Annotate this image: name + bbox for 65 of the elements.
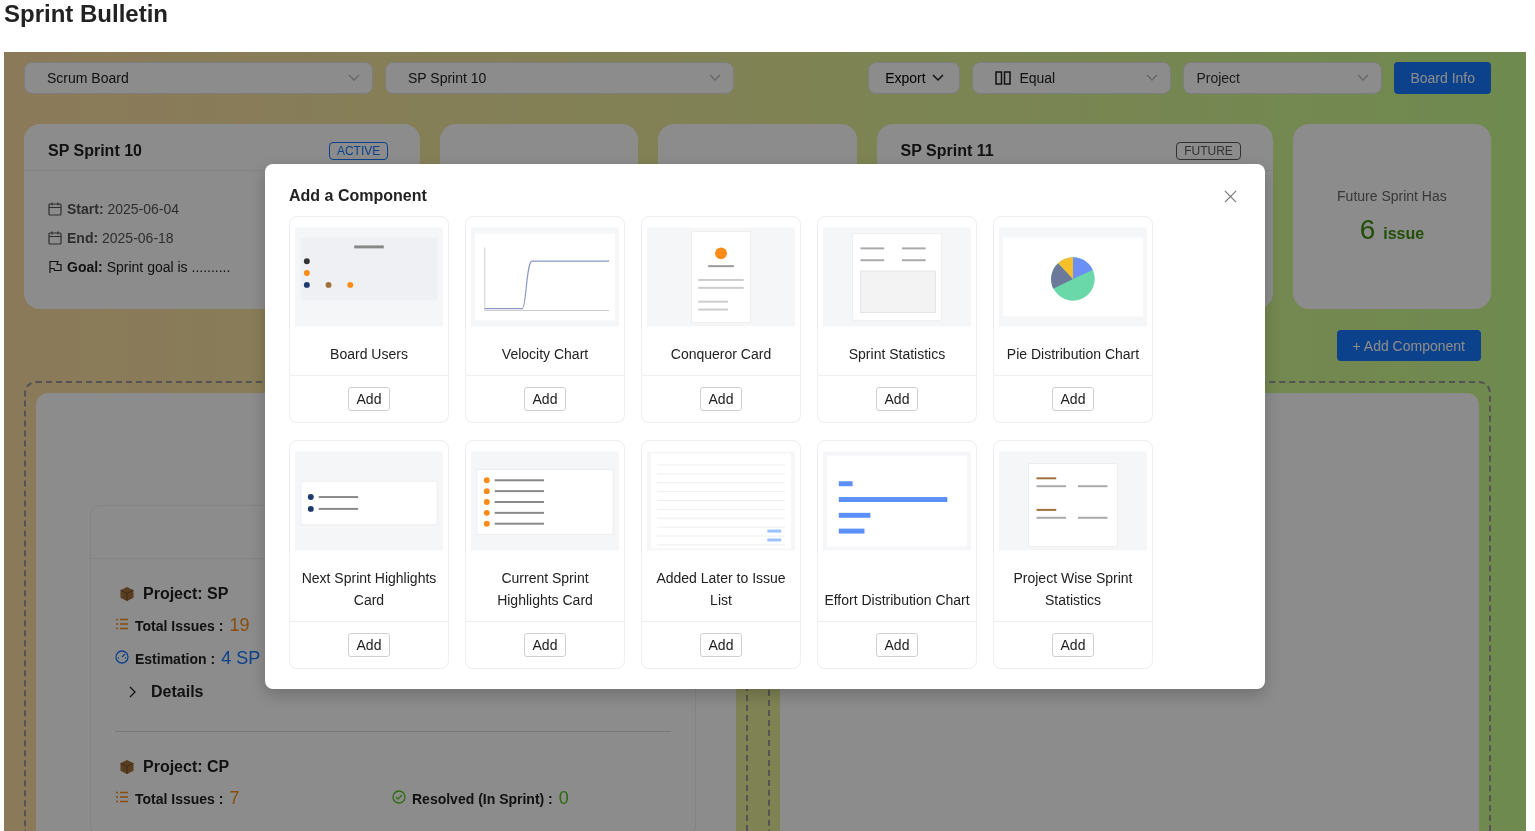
stat-label: Estimation : bbox=[135, 651, 216, 667]
stat-value: 7 bbox=[229, 788, 240, 809]
board-select[interactable]: Scrum Board bbox=[24, 62, 373, 94]
component-name: Conqueror Card bbox=[670, 345, 772, 364]
package-icon bbox=[119, 759, 135, 775]
export-button[interactable]: Export bbox=[868, 62, 961, 94]
component-name: Project Wise Sprint Statistics bbox=[1012, 569, 1134, 610]
sprint-title: SP Sprint 10 bbox=[48, 142, 142, 160]
stat-value: 4 SP bbox=[221, 648, 261, 669]
calendar-icon bbox=[48, 231, 62, 245]
sprint-select[interactable]: SP Sprint 10 bbox=[385, 62, 734, 94]
add-button[interactable]: Add bbox=[1051, 387, 1095, 411]
add-button[interactable]: Add bbox=[523, 633, 567, 657]
package-icon bbox=[119, 586, 135, 602]
add-button[interactable]: Add bbox=[1051, 633, 1095, 657]
sprint-field: Start: 2025-06-04 bbox=[67, 201, 180, 217]
status-tag: FUTURE bbox=[1176, 142, 1241, 160]
issue-count: 6 bbox=[1359, 213, 1376, 246]
add-button[interactable]: Add bbox=[699, 633, 743, 657]
project-select[interactable]: Project bbox=[1183, 62, 1383, 94]
project-title: Project: CP bbox=[143, 758, 230, 776]
stat-label: Resolved (In Sprint) : bbox=[412, 791, 553, 807]
summary-caption: Future Sprint Has bbox=[1337, 187, 1447, 204]
list-icon bbox=[115, 790, 129, 804]
columns-icon bbox=[995, 71, 1012, 85]
stat-label: Total Issues : bbox=[135, 791, 224, 807]
add-button[interactable]: Add bbox=[699, 387, 743, 411]
stat-value: 19 bbox=[229, 615, 250, 636]
sprint-title: SP Sprint 11 bbox=[900, 142, 994, 160]
stat-value: 0 bbox=[558, 788, 569, 809]
chevron-down-icon bbox=[1146, 74, 1159, 82]
page-title: Sprint Bulletin bbox=[3, 0, 169, 29]
calendar-icon bbox=[48, 202, 62, 216]
gauge-icon bbox=[115, 650, 129, 664]
component-name: Added Later to Issue List bbox=[655, 569, 787, 610]
close-icon[interactable] bbox=[1224, 189, 1237, 203]
component-name: Board Users bbox=[330, 345, 408, 364]
check-circle-icon bbox=[392, 790, 406, 804]
component-name: Pie Distribution Chart bbox=[1006, 345, 1140, 364]
issue-unit: issue bbox=[1383, 224, 1425, 243]
stat-label: Total Issues : bbox=[135, 618, 224, 634]
component-name: Velocity Chart bbox=[501, 345, 589, 364]
chevron-down-icon bbox=[348, 74, 360, 82]
layout-select[interactable]: Equal bbox=[972, 62, 1172, 94]
add-button[interactable]: Add bbox=[875, 387, 919, 411]
add-button[interactable]: Add bbox=[875, 633, 919, 657]
dialog-title: Add a Component bbox=[289, 187, 427, 205]
component-name: Sprint Statistics bbox=[848, 345, 946, 364]
list-icon bbox=[115, 617, 129, 631]
sprint-field: End: 2025-06-18 bbox=[67, 230, 174, 246]
component-name: Next Sprint Highlights Card bbox=[300, 569, 438, 610]
details-toggle[interactable]: Details bbox=[151, 683, 204, 701]
chevron-right-icon bbox=[129, 686, 137, 698]
chevron-down-icon bbox=[709, 74, 721, 82]
add-button[interactable]: Add bbox=[347, 633, 391, 657]
flag-icon bbox=[48, 260, 62, 274]
component-name: Current Sprint Highlights Card bbox=[496, 569, 594, 610]
chevron-down-icon bbox=[1357, 74, 1370, 82]
status-tag: ACTIVE bbox=[328, 142, 389, 160]
add-button[interactable]: Add bbox=[347, 387, 391, 411]
add-button[interactable]: Add bbox=[523, 387, 567, 411]
sprint-field: Goal: Sprint goal is .......... bbox=[67, 259, 231, 275]
component-name: Effort Distribution Chart bbox=[824, 591, 970, 610]
project-title: Project: SP bbox=[143, 585, 229, 603]
chevron-down-icon bbox=[931, 74, 944, 82]
